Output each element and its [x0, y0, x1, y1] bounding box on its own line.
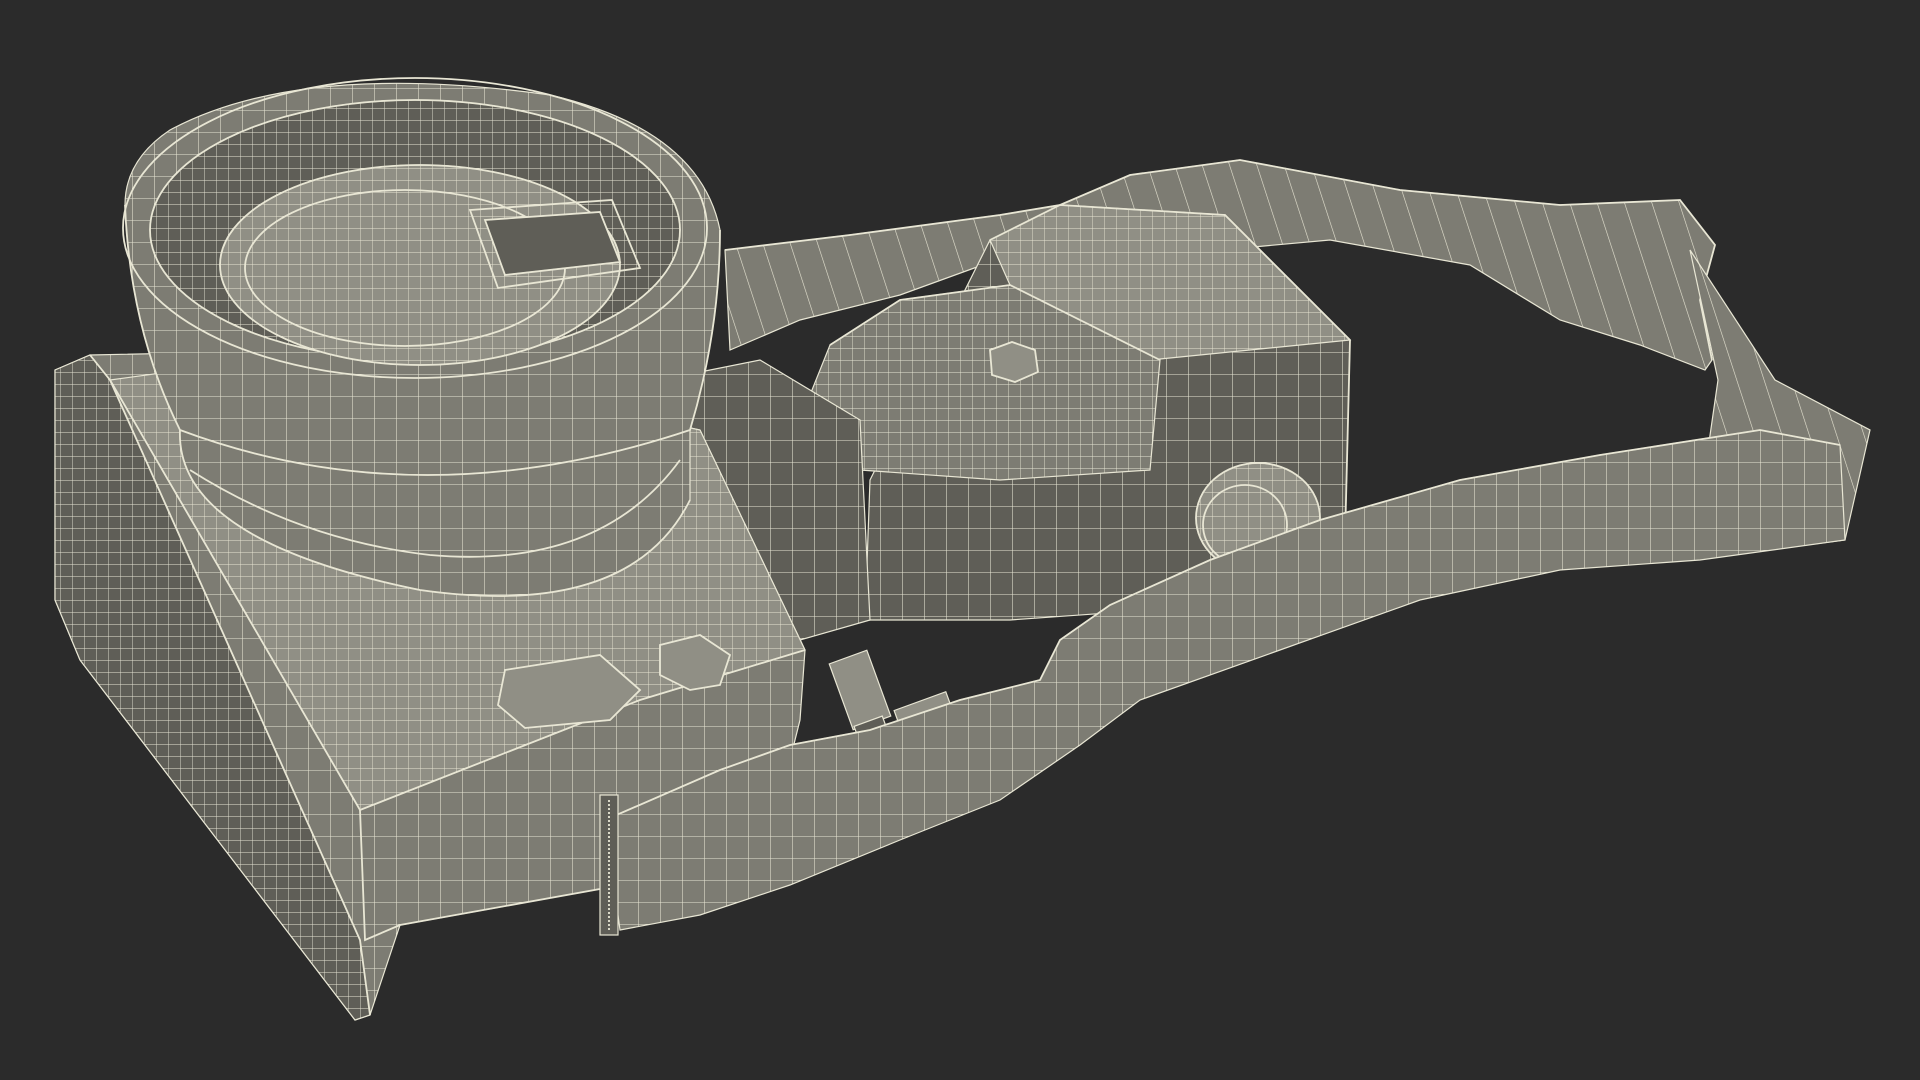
hot-shoe-icon — [989, 341, 1039, 383]
wireframe-camera-icon — [54, 77, 1871, 1021]
render-viewport — [0, 0, 1920, 1080]
